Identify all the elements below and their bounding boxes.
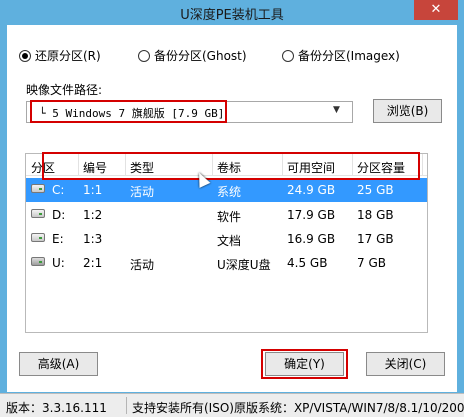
partition-row-c[interactable]: C: 1:1 活动 系统 24.9 GB 25 GB <box>26 178 427 202</box>
drive-letter: U: <box>52 256 65 270</box>
partition-id: 2:1 <box>83 256 103 270</box>
advanced-button[interactable]: 高级(A) <box>19 352 98 376</box>
version-text: 版本：3.3.16.111 <box>6 401 107 415</box>
title-bar: U深度PE装机工具 ✕ <box>0 0 464 24</box>
mode-restore-radio[interactable]: 还原分区(R) <box>19 47 101 64</box>
partition-row-u[interactable]: U: 2:1 活动 U深度U盘 4.5 GB 7 GB <box>26 251 427 275</box>
status-bar: 版本：3.3.16.111 支持安装所有(ISO)原版系统：XP/VISTA/W… <box>0 393 464 417</box>
radio-unselected-icon <box>282 49 294 62</box>
partition-size: 18 GB <box>357 208 394 222</box>
mode-ghost-label: 备份分区(Ghost) <box>154 49 247 63</box>
partition-type: 活动 <box>130 258 155 272</box>
partition-row-d[interactable]: D: 1:2 软件 17.9 GB 18 GB <box>26 203 427 227</box>
drive-icon <box>31 184 45 193</box>
client-area: 还原分区(R) 备份分区(Ghost) 备份分区(Imagex) 映像文件路径:… <box>7 25 457 392</box>
partition-size: 17 GB <box>357 232 394 246</box>
radio-selected-icon <box>19 49 31 62</box>
partition-id: 1:2 <box>83 208 103 222</box>
window-title: U深度PE装机工具 <box>180 8 284 23</box>
free-space: 16.9 GB <box>287 232 336 246</box>
drive-letter: D: <box>52 208 66 222</box>
mode-imagex-label: 备份分区(Imagex) <box>298 49 400 63</box>
confirm-highlight-box <box>261 349 348 379</box>
drive-letter: E: <box>52 232 64 246</box>
free-space: 24.9 GB <box>287 183 336 197</box>
partition-row-e[interactable]: E: 1:3 文档 16.9 GB 17 GB <box>26 227 427 251</box>
partition-type: 活动 <box>130 185 155 199</box>
volume-label: U深度U盘 <box>217 258 271 272</box>
close-button[interactable]: 关闭(C) <box>366 352 445 376</box>
image-path-label: 映像文件路径: <box>26 83 103 97</box>
path-highlight-box <box>30 100 227 123</box>
close-window-button[interactable]: ✕ <box>414 0 458 20</box>
free-space: 17.9 GB <box>287 208 336 222</box>
drive-icon <box>31 233 45 242</box>
mode-imagex-radio[interactable]: 备份分区(Imagex) <box>282 47 400 64</box>
row-highlight-box <box>42 152 420 180</box>
partition-id: 1:3 <box>83 232 103 246</box>
drive-letter: C: <box>52 183 65 197</box>
mode-ghost-radio[interactable]: 备份分区(Ghost) <box>138 47 247 64</box>
mode-restore-label: 还原分区(R) <box>35 49 101 63</box>
volume-label: 系统 <box>217 185 242 199</box>
chevron-down-icon[interactable]: ▼ <box>333 105 340 115</box>
installer-window: U深度PE装机工具 ✕ 还原分区(R) 备份分区(Ghost) 备份分区(Ima… <box>0 0 464 417</box>
volume-label: 软件 <box>217 210 242 224</box>
free-space: 4.5 GB <box>287 256 328 270</box>
partition-size: 7 GB <box>357 256 386 270</box>
drive-icon <box>31 209 45 218</box>
partition-size: 25 GB <box>357 183 394 197</box>
usb-drive-icon <box>31 257 45 266</box>
radio-unselected-icon <box>138 49 150 62</box>
support-text: 支持安装所有(ISO)原版系统：XP/VISTA/WIN7/8/8.1/10/2… <box>132 401 464 415</box>
volume-label: 文档 <box>217 234 242 248</box>
browse-button[interactable]: 浏览(B) <box>373 99 442 123</box>
partition-id: 1:1 <box>83 183 103 197</box>
partition-table: 分区 编号 类型 卷标 可用空间 分区容量 C: 1:1 活动 系统 24.9 … <box>25 153 428 333</box>
